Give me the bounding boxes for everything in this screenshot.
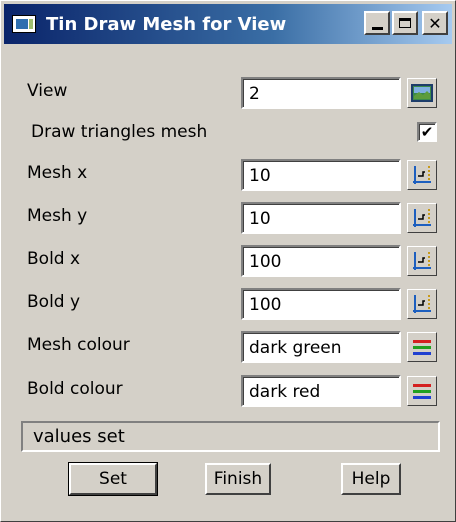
dialog-window: Tin Draw Mesh for View ✕ View 2 Draw tri… [0,0,456,522]
bold-colour-label: Bold colour [27,379,123,399]
set-button[interactable]: Set [68,462,158,496]
mesh-colour-label: Mesh colour [27,335,130,355]
draw-triangles-label: Draw triangles mesh [31,122,208,142]
view-label: View [27,81,68,101]
checkmark-icon: ✔ [420,122,434,141]
window-title: Tin Draw Mesh for View [46,13,287,35]
minimize-button[interactable] [364,11,390,35]
view-picker-button[interactable] [407,78,437,108]
mesh-x-pick-button[interactable] [407,160,437,190]
bold-x-label: Bold x [27,249,81,269]
mesh-colour-input[interactable]: dark green [241,331,401,363]
mesh-y-label: Mesh y [27,206,88,226]
help-button[interactable]: Help [341,463,401,495]
bold-y-pick-button[interactable] [407,289,437,319]
title-bar[interactable]: Tin Draw Mesh for View ✕ [4,4,452,44]
draw-triangles-checkbox[interactable]: ✔ [417,122,437,142]
finish-button[interactable]: Finish [205,463,271,495]
mesh-colour-list-button[interactable] [407,332,437,362]
pick-value-icon [413,209,431,227]
mesh-x-input[interactable]: 10 [241,159,401,191]
status-message: values set [21,421,440,452]
close-button[interactable]: ✕ [422,11,448,35]
pick-value-icon [413,252,431,270]
colour-list-icon [413,384,431,399]
app-icon [12,15,36,33]
close-icon: ✕ [428,13,442,33]
bold-colour-input[interactable]: dark red [241,375,401,407]
view-input[interactable]: 2 [241,77,401,109]
maximize-icon [399,18,411,28]
pick-value-icon [413,295,431,313]
bold-colour-list-button[interactable] [407,376,437,406]
mesh-x-label: Mesh x [27,163,88,183]
minimize-icon [371,26,383,30]
bold-y-input[interactable]: 100 [241,288,401,320]
bold-x-pick-button[interactable] [407,246,437,276]
mesh-y-pick-button[interactable] [407,203,437,233]
maximize-button[interactable] [392,11,418,35]
mesh-y-input[interactable]: 10 [241,202,401,234]
bold-x-input[interactable]: 100 [241,245,401,277]
colour-list-icon [413,340,431,355]
pick-value-icon [413,166,431,184]
view-picker-icon [411,84,433,102]
bold-y-label: Bold y [27,292,81,312]
